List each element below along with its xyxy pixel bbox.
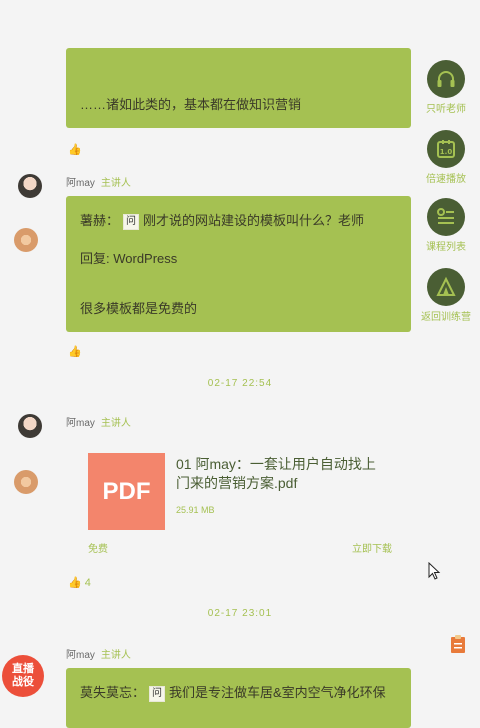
sidebar-item-back-to-camp[interactable]: 返回训练营 xyxy=(420,268,472,323)
message-text: ……诸如此类的，基本都在做知识营销 xyxy=(80,97,302,112)
sidebar-item-label: 只听老师 xyxy=(426,104,466,115)
question-tag-icon: 问 xyxy=(149,685,166,702)
sidebar-item-label: 返回训练营 xyxy=(421,312,471,323)
pdf-icon: PDF xyxy=(88,453,165,530)
sender-role: 主讲人 xyxy=(100,418,131,429)
question-text: 刚才说的网站建设的模板叫什么？老师 xyxy=(143,213,365,228)
question-line: 薯赫：问刚才说的网站建设的模板叫什么？老师 xyxy=(80,212,364,230)
message-bubble-1: ……诸如此类的，基本都在做知识营销 xyxy=(66,48,411,128)
free-label: 免费 xyxy=(88,544,108,555)
headphones-icon xyxy=(427,60,465,98)
message-bubble-2: 薯赫：问刚才说的网站建设的模板叫什么？老师 回复: WordPress 很多模板… xyxy=(66,196,411,332)
sidebar-item-label: 课程列表 xyxy=(426,242,466,253)
timestamp: 02-17 23:01 xyxy=(207,608,273,619)
question-tag-icon: 问 xyxy=(123,213,140,230)
sidebar-item-label: 倍速播放 xyxy=(426,174,466,185)
speed-icon: 1.0 xyxy=(427,130,465,168)
file-card[interactable]: PDF 01 阿may：一套让用户自动找上门来的营销方案.pdf 25.91 M… xyxy=(88,453,408,553)
live-badge[interactable]: 直播 战役 xyxy=(2,655,44,697)
reply-line: 回复: WordPress xyxy=(80,251,178,266)
avatar-badge xyxy=(14,228,38,252)
sidebar-item-speed[interactable]: 1.0 倍速播放 xyxy=(420,130,472,185)
avatar-badge xyxy=(14,470,38,494)
sender-name: 阿may 主讲人 xyxy=(66,646,131,661)
avatar[interactable] xyxy=(18,174,42,198)
sender-name: 阿may 主讲人 xyxy=(66,414,131,429)
message-bubble-4: 莫失莫忘：问我们是专注做车居&室内空气净化环保 xyxy=(66,668,411,728)
svg-text:1.0: 1.0 xyxy=(440,148,453,156)
sender-name-text: 阿may xyxy=(66,418,95,429)
live-badge-text: 直播 战役 xyxy=(12,663,34,688)
question-user: 薯赫： xyxy=(80,213,120,228)
question-user: 莫失莫忘： xyxy=(80,685,146,700)
file-name: 01 阿may：一套让用户自动找上门来的营销方案.pdf xyxy=(176,456,376,491)
download-button[interactable]: 立即下载 xyxy=(352,540,392,555)
sidebar-item-listen[interactable]: 只听老师 xyxy=(420,60,472,115)
file-size: 25.91 MB xyxy=(176,505,215,515)
reply-line-2: 很多模板都是免费的 xyxy=(80,301,198,316)
sender-name-text: 阿may xyxy=(66,650,95,661)
sender-name: 阿may 主讲人 xyxy=(66,174,131,189)
cursor-icon xyxy=(428,561,442,585)
question-text: 我们是专注做车居&室内空气净化环保 xyxy=(169,685,386,700)
sender-name-text: 阿may xyxy=(66,178,95,189)
like-icon[interactable]: 👍 xyxy=(68,143,82,156)
like-count: 4 xyxy=(84,577,91,589)
like-button[interactable]: 👍 4 xyxy=(68,576,91,589)
sender-role: 主讲人 xyxy=(100,178,131,189)
avatar[interactable] xyxy=(18,414,42,438)
sender-role: 主讲人 xyxy=(100,650,131,661)
clipboard-icon[interactable] xyxy=(450,634,466,659)
timestamp: 02-17 22:54 xyxy=(207,378,273,389)
like-icon[interactable]: 👍 xyxy=(68,345,82,358)
camp-icon xyxy=(427,268,465,306)
sidebar-item-course-list[interactable]: 课程列表 xyxy=(420,198,472,253)
question-line: 莫失莫忘：问我们是专注做车居&室内空气净化环保 xyxy=(80,684,386,702)
list-icon xyxy=(427,198,465,236)
